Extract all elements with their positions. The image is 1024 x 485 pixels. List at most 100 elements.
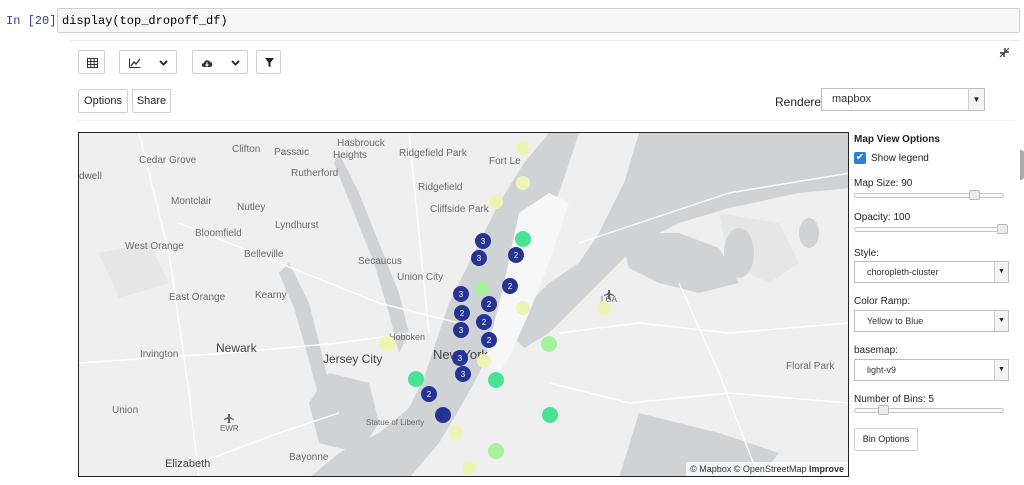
- basemap-value: light-v9: [867, 365, 897, 375]
- place-label: Ridgefield Park: [399, 148, 468, 159]
- code-text: display(top_dropoff_df): [62, 14, 228, 28]
- cluster-count: 2: [427, 390, 432, 399]
- show-legend-checkbox[interactable]: ✔: [854, 152, 866, 164]
- place-label: Jersey City: [323, 352, 382, 366]
- share-button[interactable]: Share: [132, 89, 171, 113]
- reservoir: [799, 218, 819, 248]
- place-label: Fort Le: [489, 156, 521, 167]
- download-dropdown[interactable]: [192, 50, 248, 74]
- cluster-circle-low: [516, 301, 530, 315]
- cluster-count: 2: [460, 309, 465, 318]
- reservoir: [724, 228, 754, 278]
- cluster-circle-low: [449, 426, 463, 440]
- cluster-circle-low: [477, 354, 491, 368]
- bins-slider-thumb[interactable]: [878, 405, 889, 415]
- color-ramp-select[interactable]: Yellow to Blue ▼: [854, 310, 1009, 332]
- show-legend-label: Show legend: [871, 153, 929, 164]
- basemap-label: basemap:: [854, 345, 898, 356]
- chevron-down-icon: [231, 60, 240, 66]
- place-label: Passaic: [274, 147, 309, 158]
- chevron-down-icon: [159, 60, 168, 66]
- place-label: Bloomfield: [195, 228, 242, 239]
- output-divider: [70, 40, 1020, 41]
- place-label: Hasbrouck: [337, 138, 386, 149]
- select-arrow-icon: ▼: [994, 311, 1008, 331]
- place-label: Belleville: [244, 249, 284, 260]
- place-label: dwell: [79, 171, 102, 182]
- cluster-count: 2: [482, 318, 487, 327]
- bins-slider[interactable]: [854, 408, 1004, 413]
- select-arrow-icon: ▼: [994, 262, 1008, 282]
- style-value: choropleth-cluster: [867, 267, 939, 277]
- cluster-count: 2: [487, 300, 492, 309]
- cluster-count: 3: [458, 354, 463, 363]
- cell-prompt: In [20]:: [6, 14, 64, 28]
- table-view-button[interactable]: [78, 50, 105, 74]
- renderer-select[interactable]: mapbox ▼: [821, 88, 985, 111]
- opacity-label: Opacity: 100: [854, 212, 911, 223]
- place-label: Union: [112, 405, 138, 416]
- cluster-circle-low: [516, 141, 530, 155]
- select-arrow-icon: ▼: [994, 360, 1008, 380]
- map-size-slider-thumb[interactable]: [969, 190, 980, 200]
- improve-map-link[interactable]: Improve: [809, 464, 844, 474]
- place-label: Union City: [397, 272, 443, 283]
- cluster-circle-mid: [488, 443, 504, 459]
- place-label: Cliffside Park: [430, 204, 490, 215]
- renderer-value: mapbox: [832, 93, 872, 105]
- map-options-panel: Map View Options ✔ Show legend Map Size:…: [854, 132, 1014, 477]
- opacity-slider[interactable]: [854, 227, 1004, 232]
- map-size-slider[interactable]: [854, 193, 1004, 198]
- filter-icon: [265, 58, 274, 68]
- cluster-circle-low: [462, 461, 476, 475]
- place-label: Heights: [333, 150, 367, 161]
- place-label: Lyndhurst: [275, 220, 319, 231]
- place-label: Montclair: [171, 196, 212, 207]
- cluster-count: 2: [508, 282, 513, 291]
- map-size-label: Map Size: 90: [854, 178, 913, 189]
- cluster-circle-mid: [542, 407, 558, 423]
- select-arrow-icon: ▼: [968, 89, 984, 110]
- options-button[interactable]: Options: [78, 89, 128, 113]
- place-label: Irvington: [140, 349, 178, 360]
- style-label: Style:: [854, 248, 880, 259]
- cluster-count: 3: [459, 290, 464, 299]
- code-cell[interactable]: display(top_dropoff_df): [57, 8, 1020, 33]
- map-attribution[interactable]: © Mapbox © OpenStreetMap Improve: [686, 462, 848, 476]
- color-ramp-label: Color Ramp:: [854, 296, 911, 307]
- cluster-count: 3: [481, 237, 486, 246]
- place-label: Statue of Liberty: [366, 418, 424, 427]
- place-label: Hoboken: [389, 332, 425, 342]
- line-chart-icon: [129, 58, 141, 68]
- style-select[interactable]: choropleth-cluster ▼: [854, 261, 1009, 283]
- cluster-circle-high: [435, 407, 451, 423]
- cluster-circle-mid: [475, 282, 489, 296]
- cluster-circle-mid: [488, 372, 504, 388]
- place-label: Elizabeth: [165, 458, 210, 470]
- cluster-count: 3: [459, 326, 464, 335]
- bin-options-button[interactable]: Bin Options: [854, 428, 918, 451]
- cluster-circle-low: [489, 195, 503, 209]
- place-label: East Orange: [169, 292, 226, 303]
- bins-label: Number of Bins: 5: [854, 394, 935, 405]
- place-label: Secaucus: [358, 256, 402, 267]
- cluster-count: 2: [487, 336, 492, 345]
- opacity-slider-thumb[interactable]: [997, 224, 1008, 234]
- map-view[interactable]: dwell Cedar Grove Clifton Passaic Hasbro…: [78, 132, 849, 477]
- collapse-icon[interactable]: [999, 47, 1010, 58]
- place-label: Clifton: [232, 144, 260, 155]
- place-label: EWR: [220, 424, 239, 433]
- filter-button[interactable]: [256, 50, 281, 74]
- place-label: Kearny: [255, 290, 287, 301]
- toolbar-separator: [78, 120, 1015, 121]
- cluster-circle-mid: [408, 371, 424, 387]
- place-label: Rutherford: [291, 168, 338, 179]
- place-label: Floral Park: [786, 361, 835, 372]
- place-label: Ridgefield: [418, 182, 462, 193]
- chart-type-dropdown[interactable]: [119, 50, 177, 74]
- map-canvas[interactable]: dwell Cedar Grove Clifton Passaic Hasbro…: [79, 133, 849, 477]
- cloud-download-icon: [201, 60, 213, 67]
- cluster-count: 3: [461, 370, 466, 379]
- cluster-circle-low: [597, 301, 611, 315]
- basemap-select[interactable]: light-v9 ▼: [854, 359, 1009, 381]
